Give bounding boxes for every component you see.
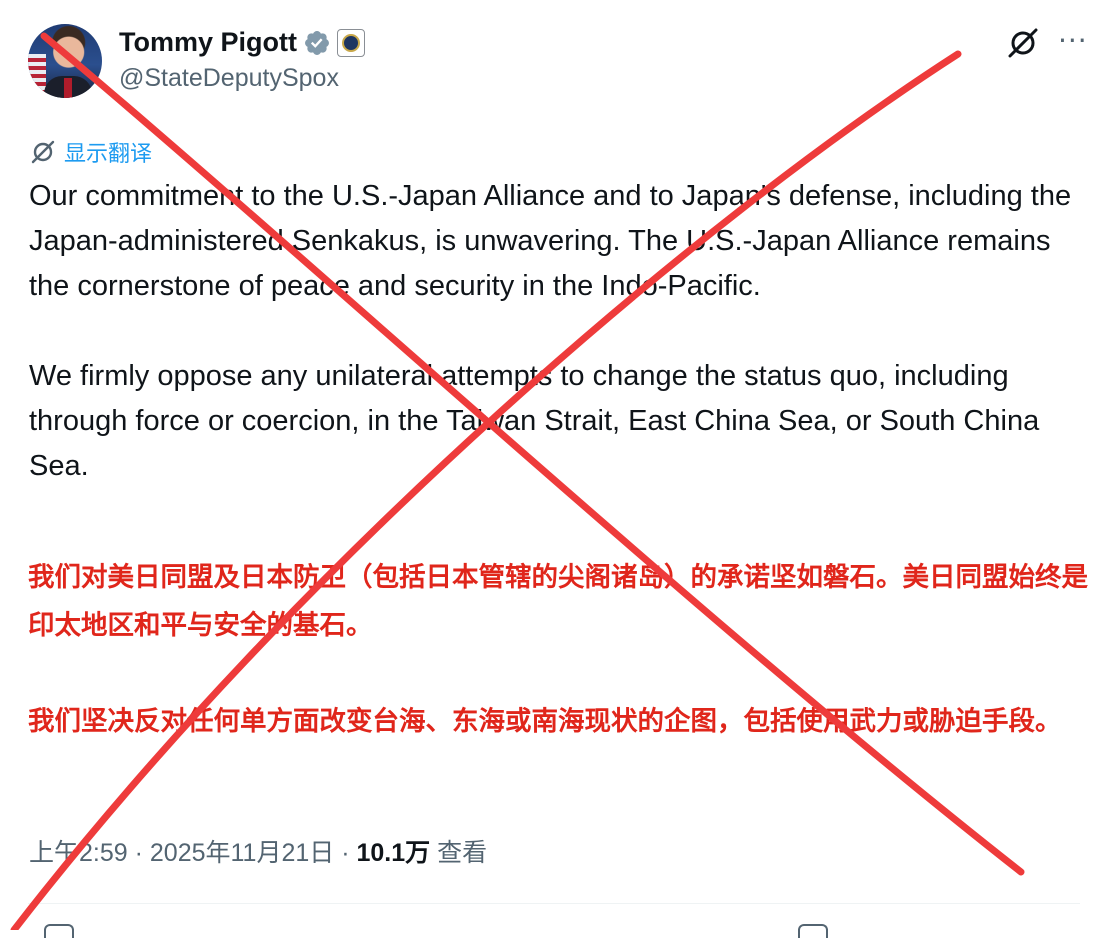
tweet-date[interactable]: 2025年11月21日 <box>150 839 334 867</box>
view-count: 10.1万 <box>356 839 431 867</box>
meta-separator: · <box>334 839 357 867</box>
verified-badge-icon <box>305 30 329 55</box>
avatar-tie <box>64 78 72 98</box>
show-translation-link[interactable]: 显示翻译 <box>30 136 152 168</box>
views-label: 查看 <box>430 839 488 867</box>
grok-icon[interactable] <box>1006 26 1040 60</box>
author-name[interactable]: Tommy Pigott <box>119 27 297 58</box>
show-translation-label: 显示翻译 <box>64 142 153 167</box>
bookmark-icon[interactable] <box>798 924 828 938</box>
author-handle[interactable]: @StateDeputySpox <box>119 64 339 93</box>
reply-icon[interactable] <box>44 924 74 938</box>
tweet-metadata: 上午2:59 · 2025年11月21日 · 10.1万 查看 <box>29 833 487 869</box>
author-avatar[interactable] <box>28 24 102 98</box>
grok-icon <box>31 140 55 164</box>
chinese-translation-annotation: 我们对美日同盟及日本防卫（包括日本管辖的尖阁诸岛）的承诺坚如磐石。美日同盟始终是… <box>28 554 1098 746</box>
more-options-icon[interactable]: ··· <box>1058 24 1088 57</box>
author-name-row: Tommy Pigott <box>119 27 365 58</box>
tweet-paragraph: Our commitment to the U.S.-Japan Allianc… <box>29 180 1072 302</box>
tweet-time[interactable]: 上午2:59 <box>29 839 128 867</box>
translation-paragraph: 我们坚决反对任何单方面改变台海、东海或南海现状的企图，包括使用武力或胁迫手段。 <box>28 706 1062 737</box>
tweet-paragraph: We firmly oppose any unilateral attempts… <box>29 360 1040 482</box>
translation-paragraph: 我们对美日同盟及日本防卫（包括日本管辖的尖阁诸岛）的承诺坚如磐石。美日同盟始终是… <box>28 562 1088 641</box>
action-bar-divider <box>28 903 1080 904</box>
avatar-flag <box>28 54 46 94</box>
tweet-text-english: Our commitment to the U.S.-Japan Allianc… <box>29 174 1089 489</box>
meta-separator: · <box>127 839 150 867</box>
government-affiliation-badge-icon[interactable] <box>337 28 365 57</box>
